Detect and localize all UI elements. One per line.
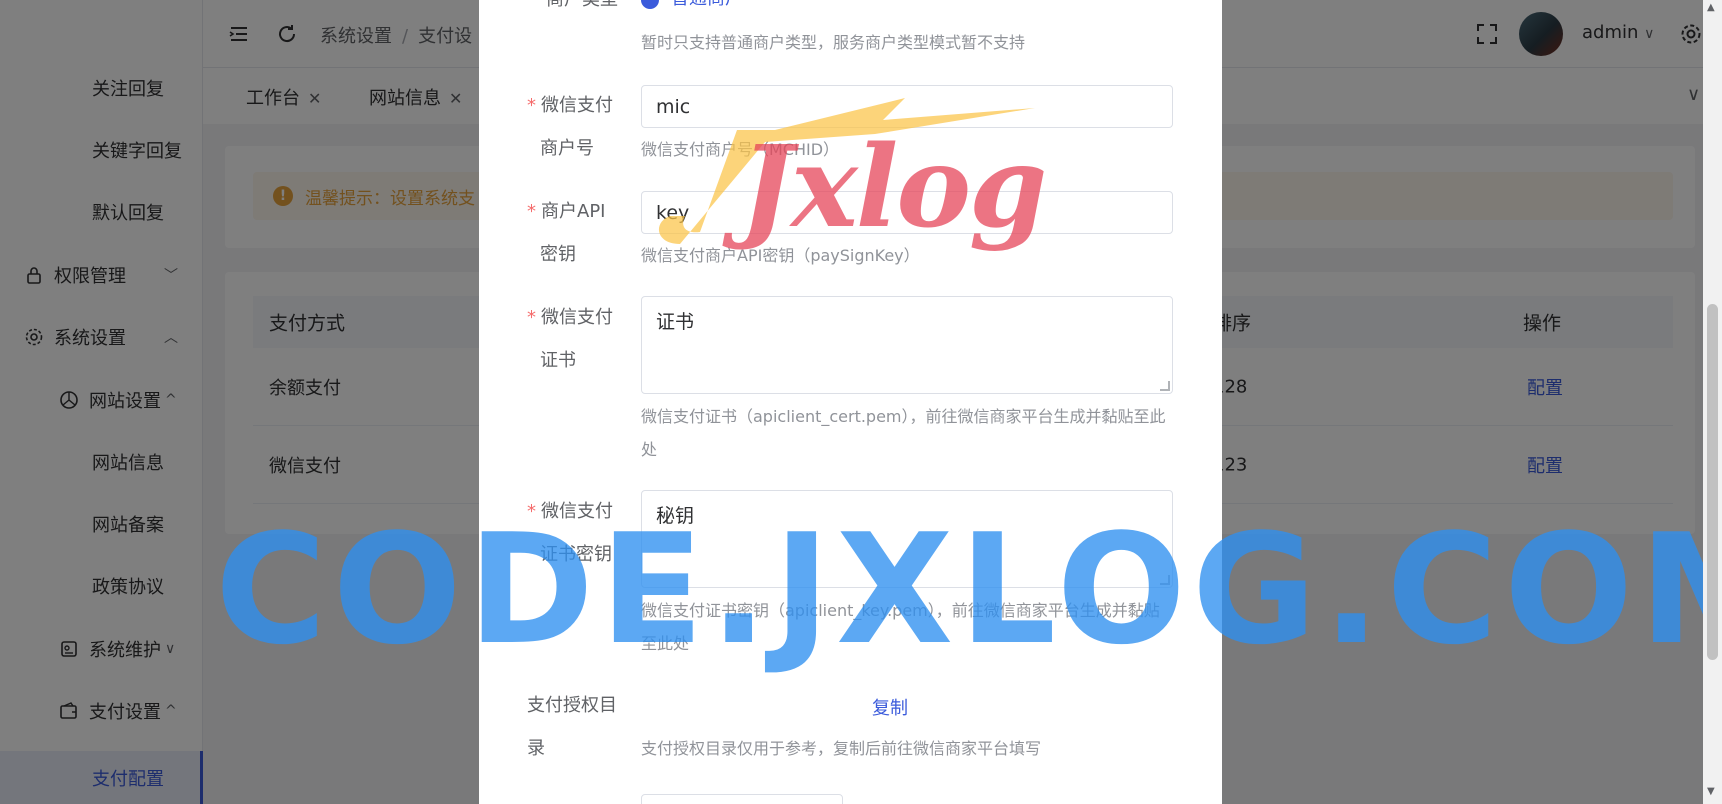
- form-label-text: 商户API: [541, 201, 606, 222]
- scroll-down-icon[interactable]: ▼: [1707, 786, 1715, 797]
- required-mark: *: [527, 201, 536, 222]
- form-label-text: 微信支付: [541, 307, 613, 328]
- merchant-type-hint: 暂时只支持普通商户类型，服务商户类型模式暂不支持: [641, 33, 1026, 52]
- form-label-text: 录: [527, 738, 545, 759]
- scrollbar-thumb[interactable]: [1707, 304, 1718, 660]
- form-label-text: 商户号: [540, 138, 594, 159]
- watermark-banner: CODE.JXLOG.COM: [215, 501, 1722, 678]
- auth-dir-hint: 支付授权目录仅用于参考，复制后前往微信商家平台填写: [641, 739, 1042, 758]
- scroll-up-icon[interactable]: ▲: [1707, 2, 1715, 13]
- cert-hint-cont: 处: [641, 440, 658, 459]
- copy-button[interactable]: 复制: [872, 694, 908, 720]
- form-label-text: 密钥: [540, 244, 576, 265]
- cert-textarea[interactable]: 证书: [641, 296, 1173, 394]
- form-label: * 商户API: [527, 190, 637, 233]
- required-mark: *: [527, 307, 536, 328]
- watermark-logo-text: Jxlog: [740, 122, 1047, 253]
- form-label-text: 支付授权目: [527, 695, 617, 716]
- form-label: * 微信支付: [527, 84, 637, 127]
- resize-handle[interactable]: [1160, 381, 1170, 391]
- textarea-value: 证书: [656, 311, 695, 333]
- radio-label[interactable]: 普通商户: [671, 0, 743, 10]
- form-label-merchant-type: 商户类型: [546, 0, 656, 21]
- watermark-logo: Jxlog: [645, 94, 1047, 254]
- cert-hint: 微信支付证书（apiclient_cert.pem），前往微信商家平台生成并黏贴…: [641, 407, 1166, 426]
- number-stepper[interactable]: [641, 794, 843, 804]
- scrollbar[interactable]: ▲ ▼: [1703, 0, 1722, 804]
- required-mark: *: [527, 95, 536, 116]
- form-label-text: 证书: [540, 350, 576, 371]
- form-label-text: 微信支付: [541, 95, 613, 116]
- form-label: * 微信支付: [527, 296, 637, 339]
